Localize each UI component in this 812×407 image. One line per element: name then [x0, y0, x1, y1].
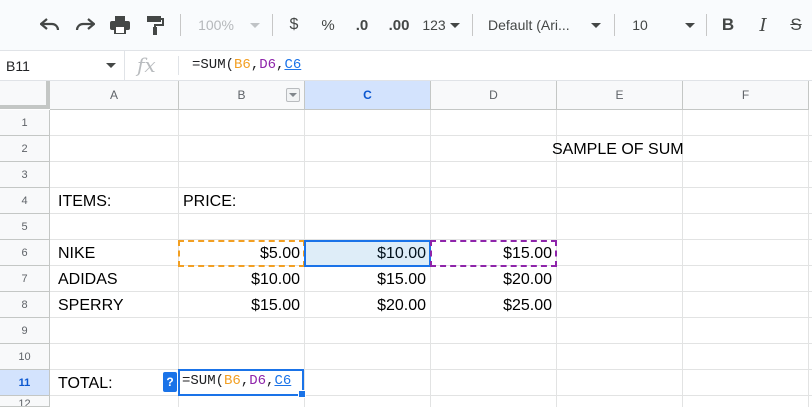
grid-line — [50, 395, 812, 396]
row-header-7[interactable]: 7 — [0, 266, 50, 292]
grid-line — [50, 213, 812, 214]
row-header-10[interactable]: 10 — [0, 344, 50, 370]
cell-d7[interactable]: $20.00 — [432, 267, 552, 293]
grid-line — [50, 291, 812, 292]
formula-bar: B11 fx =SUM(B6,D6,C6 — [0, 51, 812, 81]
strikethrough-button[interactable]: S — [786, 12, 806, 38]
name-box-value: B11 — [6, 57, 30, 74]
range-highlight-d6 — [430, 240, 557, 267]
cell-d8[interactable]: $25.00 — [432, 293, 552, 319]
toolbar-separator — [180, 14, 181, 36]
formula-ref-b6: B6 — [234, 57, 251, 73]
formula-ref-c6: C6 — [284, 57, 302, 73]
formula-comma: , — [250, 57, 260, 73]
formula-ref-d6: D6 — [259, 57, 277, 73]
column-header-e[interactable]: E — [557, 81, 683, 110]
grid-line — [50, 343, 812, 344]
print-icon[interactable] — [108, 12, 132, 38]
fx-icon: fx — [137, 53, 156, 77]
increase-decimal-button[interactable]: .00 — [384, 12, 414, 38]
cell-a6[interactable]: NIKE — [58, 241, 95, 267]
row-header-5[interactable]: 5 — [0, 214, 50, 240]
editor-ref-c6: C6 — [274, 373, 292, 389]
cell-b4[interactable]: PRICE: — [183, 189, 236, 215]
name-box-chevron-down-icon[interactable] — [106, 63, 116, 68]
range-highlight-c6 — [304, 240, 431, 267]
fill-handle[interactable] — [298, 390, 306, 398]
editor-ref-b6: B6 — [224, 373, 241, 389]
formula-input[interactable]: =SUM(B6,D6,C6 — [192, 57, 301, 73]
cell-b8[interactable]: $15.00 — [180, 293, 300, 319]
grid-line — [50, 369, 812, 370]
cell-c7[interactable]: $15.00 — [306, 267, 426, 293]
row-header-12[interactable]: 12 — [0, 396, 50, 407]
column-header-a[interactable]: A — [50, 81, 179, 110]
more-formats-chevron-down-icon[interactable] — [449, 12, 461, 38]
row-header-8[interactable]: 8 — [0, 292, 50, 318]
redo-icon[interactable] — [73, 12, 97, 38]
toolbar-separator — [706, 14, 707, 36]
cell-a4[interactable]: ITEMS: — [58, 189, 111, 215]
row-header-4[interactable]: 4 — [0, 188, 50, 214]
row-header-2[interactable]: 2 — [0, 136, 50, 162]
cell-b7[interactable]: $10.00 — [180, 267, 300, 293]
grid-line — [50, 161, 812, 162]
editor-ref-d6: D6 — [249, 373, 267, 389]
column-header-d[interactable]: D — [431, 81, 557, 110]
bold-button[interactable]: B — [718, 12, 738, 38]
decrease-decimal-button[interactable]: .0 — [350, 12, 374, 38]
formula-help-button[interactable]: ? — [163, 372, 177, 392]
editor-prefix: =SUM( — [182, 373, 225, 389]
grid-line — [808, 110, 809, 407]
toolbar-separator — [472, 14, 473, 36]
font-size-select[interactable]: 10 — [628, 12, 652, 38]
name-box[interactable]: B11 — [0, 51, 125, 80]
row-header-1[interactable]: 1 — [0, 110, 50, 136]
cell-a11[interactable]: TOTAL: — [58, 371, 113, 397]
select-all-corner[interactable] — [0, 81, 50, 109]
row-header-3[interactable]: 3 — [0, 162, 50, 188]
cell-editor-b11[interactable]: =SUM(B6,D6,C6 — [178, 369, 306, 398]
row-header-12-label: 12 — [18, 398, 31, 407]
more-formats-button[interactable]: 123 — [420, 12, 448, 38]
column-menu-chevron-down-icon[interactable] — [286, 88, 300, 102]
toolbar: 100% $ % .0 .00 123 Default (Ari... 10 B… — [0, 0, 812, 51]
toolbar-separator — [272, 14, 273, 36]
column-header-b[interactable]: B — [179, 81, 305, 110]
currency-format-button[interactable]: $ — [284, 12, 304, 38]
percent-format-button[interactable]: % — [318, 12, 338, 38]
column-header-c[interactable]: C — [305, 81, 431, 110]
formula-prefix: =SUM( — [192, 57, 235, 73]
grid-line — [50, 135, 812, 136]
cell-e2[interactable]: SAMPLE OF SUM — [552, 137, 684, 163]
grid-line — [50, 317, 812, 318]
cell-c8[interactable]: $20.00 — [306, 293, 426, 319]
column-header-b-label: B — [237, 88, 246, 102]
cell-a8[interactable]: SPERRY — [58, 293, 124, 319]
row-header-6[interactable]: 6 — [0, 240, 50, 266]
paint-format-icon[interactable] — [143, 12, 167, 38]
row-header-9[interactable]: 9 — [0, 318, 50, 344]
column-header-f[interactable]: F — [683, 81, 809, 110]
toolbar-separator — [614, 14, 615, 36]
cell-a7[interactable]: ADIDAS — [58, 267, 118, 293]
grid-line — [50, 187, 812, 188]
range-highlight-b6 — [178, 240, 305, 267]
formula-separator — [178, 56, 179, 75]
font-family-select[interactable]: Default (Ari... — [488, 12, 584, 38]
undo-icon[interactable] — [38, 12, 62, 38]
font-family-chevron-down-icon[interactable] — [589, 12, 603, 38]
italic-button[interactable]: I — [753, 12, 773, 38]
zoom-chevron-down-icon[interactable] — [248, 12, 262, 38]
font-size-chevron-down-icon[interactable] — [683, 12, 697, 38]
row-header-11[interactable]: 11 — [0, 370, 50, 396]
zoom-select[interactable]: 100% — [196, 12, 236, 38]
editor-comma: , — [240, 373, 250, 389]
